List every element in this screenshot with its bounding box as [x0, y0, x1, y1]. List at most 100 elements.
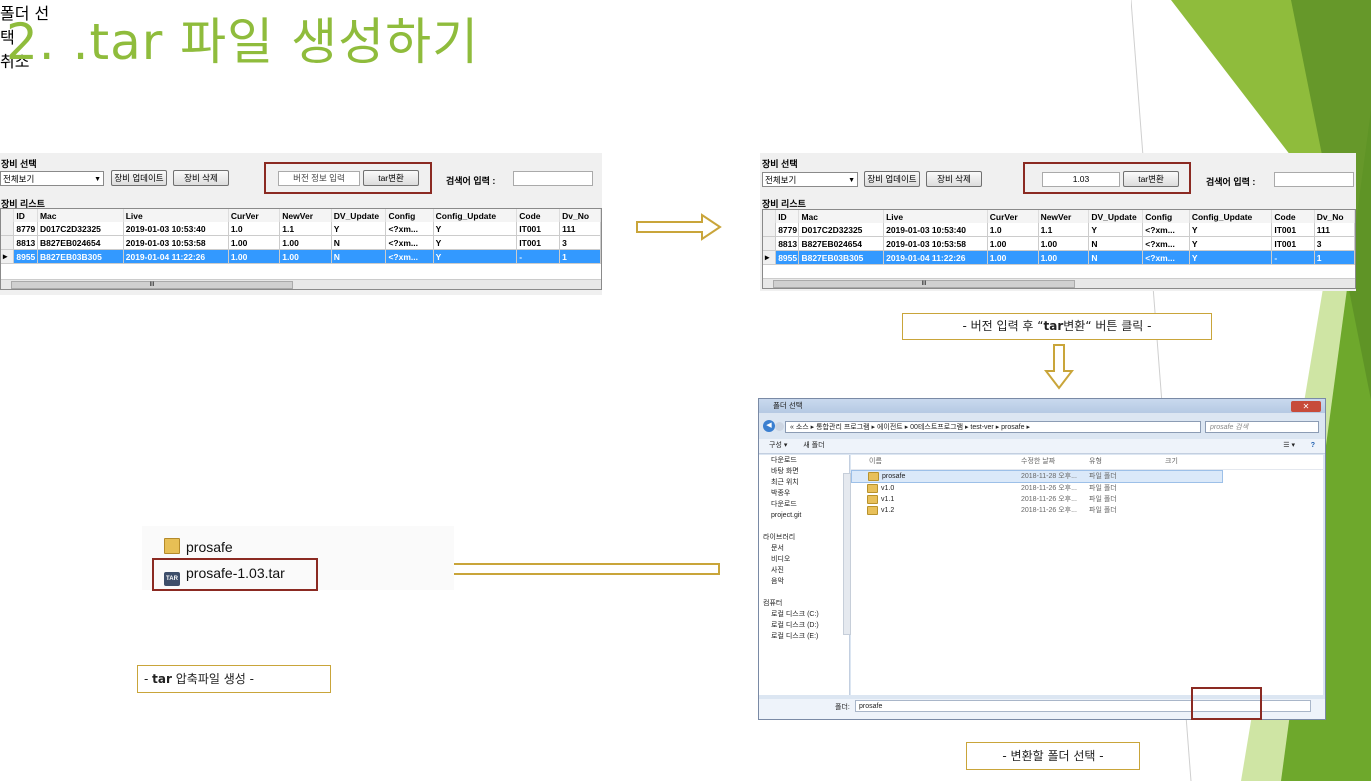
table-cell: Y — [1189, 250, 1273, 265]
table-cell: Y — [433, 249, 518, 264]
caption-step-1: - 버전 입력 후 “tar변환“ 버튼 클릭 - — [902, 313, 1212, 340]
nav-item[interactable]: 라이브러리 — [759, 532, 849, 543]
horizontal-scrollbar[interactable]: III — [1, 279, 601, 289]
nav-item[interactable]: 로컬 디스크 (D:) — [759, 620, 849, 631]
table-cell: N — [331, 235, 387, 250]
dialog-titlebar: 폴더 선택 — [759, 399, 1325, 413]
search-input[interactable] — [513, 171, 593, 186]
address-bar[interactable]: « 소스 ▸ 통합관리 프로그램 ▸ 에이전트 ▸ 00테스트프로그램 ▸ te… — [785, 421, 1201, 433]
column-header[interactable]: Dv_No — [559, 209, 601, 222]
header-size[interactable]: 크기 — [1165, 455, 1178, 469]
header-name[interactable]: 이름 — [869, 455, 882, 469]
column-header[interactable]: Live — [123, 209, 229, 222]
view-combo[interactable]: 전체보기 ▼ — [0, 171, 104, 186]
table-row[interactable]: 8813 B827EB024654 2019-01-03 10:53:58 1.00 1… — [1, 235, 601, 250]
nav-item[interactable]: 비디오 — [759, 554, 849, 565]
nav-scrollbar[interactable] — [843, 473, 851, 635]
version-input[interactable]: 버전 정보 입력 — [278, 171, 360, 186]
equipment-panel-after: 장비 선택 전체보기 ▼ 장비 업데이트 장비 삭제 1.03 tar변환 검색어… — [760, 153, 1356, 291]
nav-item[interactable]: 로컬 디스크 (C:) — [759, 609, 849, 620]
delete-equipment-button[interactable]: 장비 삭제 — [173, 170, 229, 186]
nav-item[interactable]: 사진 — [759, 565, 849, 576]
table-cell: 8779 — [13, 222, 38, 236]
nav-item[interactable]: 음악 — [759, 576, 849, 587]
caption-text: - 버전 입력 후 “ — [962, 319, 1044, 333]
view-combo[interactable]: 전체보기 ▼ — [762, 172, 858, 187]
column-header[interactable]: Config — [385, 209, 434, 222]
table-row[interactable]: 8779 D017C2D32325 2019-01-03 10:53:40 1.0 1.… — [1, 222, 601, 236]
column-header[interactable]: Config_Update — [433, 209, 518, 222]
column-header[interactable]: Config_Update — [1189, 210, 1273, 223]
nav-item[interactable]: 컴퓨터 — [759, 598, 849, 609]
column-header[interactable]: Mac — [798, 210, 885, 223]
scroll-thumb[interactable]: III — [773, 280, 1075, 288]
folder-icon — [867, 505, 878, 515]
table-row-selected[interactable]: ▸ 8955 B827EB03B305 2019-01-04 11:22:26 1.0… — [1, 249, 601, 264]
scroll-thumb[interactable]: III — [11, 281, 293, 289]
search-input[interactable] — [1274, 172, 1354, 187]
equip-select-label: 장비 선택 — [1, 159, 37, 169]
table-cell: Y — [1189, 223, 1273, 237]
update-equipment-button[interactable]: 장비 업데이트 — [111, 170, 167, 186]
nav-item[interactable]: project.git — [759, 510, 849, 521]
file-name: prosafe — [868, 471, 905, 482]
tar-convert-button[interactable]: tar변환 — [1123, 171, 1179, 187]
horizontal-scrollbar[interactable]: III — [763, 278, 1355, 288]
new-folder-button[interactable]: 새 폴더 — [803, 442, 824, 449]
column-header[interactable]: ID — [13, 209, 38, 222]
organize-button[interactable]: 구성 ▾ — [769, 442, 787, 449]
file-row[interactable]: v1.0 2018-11-26 오후... 파일 폴더 — [851, 483, 1323, 494]
table-cell: IT001 — [516, 222, 561, 236]
column-header[interactable]: CurVer — [228, 209, 281, 222]
file-row[interactable]: v1.2 2018-11-26 오후... 파일 폴더 — [851, 505, 1323, 516]
file-row[interactable]: v1.1 2018-11-26 오후... 파일 폴더 — [851, 494, 1323, 505]
header-date[interactable]: 수정한 날짜 — [1021, 455, 1055, 469]
column-header[interactable]: NewVer — [279, 209, 332, 222]
nav-item[interactable]: 최근 위치 — [759, 477, 849, 488]
file-name-text: v1.2 — [881, 507, 895, 514]
caption-text: 압축파일 생성 - — [171, 672, 254, 686]
view-icon[interactable]: ☰ ▾ — [1283, 439, 1295, 453]
tar-convert-button[interactable]: tar변환 — [363, 170, 419, 186]
search-input[interactable]: prosafe 검색 — [1205, 421, 1319, 433]
column-header[interactable]: Live — [883, 210, 988, 223]
table-header: ID Mac Live CurVer NewVer DV_Update Conf… — [763, 210, 1356, 223]
table-cell: B827EB03B305 — [798, 250, 885, 265]
table-row-selected[interactable]: ▸ 8955 B827EB03B305 2019-01-04 11:22:26 1.0… — [763, 250, 1356, 265]
highlight-box — [1191, 687, 1262, 720]
column-header[interactable]: NewVer — [1038, 210, 1090, 223]
column-header[interactable]: CurVer — [987, 210, 1039, 223]
table-cell: Y — [433, 222, 518, 236]
nav-item[interactable]: 바탕 화면 — [759, 466, 849, 477]
version-input[interactable]: 1.03 — [1042, 172, 1120, 187]
header-type[interactable]: 유형 — [1089, 455, 1102, 469]
nav-item[interactable]: 로컬 디스크 (E:) — [759, 631, 849, 642]
close-button[interactable]: ✕ — [1291, 401, 1321, 412]
nav-item[interactable]: 박종우 — [759, 488, 849, 499]
nav-item[interactable]: 다운로드 — [759, 499, 849, 510]
table-row[interactable]: 8813 B827EB024654 2019-01-03 10:53:58 1.00 1… — [763, 236, 1356, 251]
forward-icon[interactable] — [775, 422, 784, 431]
column-header[interactable]: DV_Update — [1088, 210, 1144, 223]
nav-item[interactable]: 문서 — [759, 543, 849, 554]
file-list-header: 이름 수정한 날짜 유형 크기 — [851, 455, 1323, 470]
column-header[interactable]: DV_Update — [331, 209, 387, 222]
update-equipment-button[interactable]: 장비 업데이트 — [864, 171, 920, 187]
folder-item[interactable]: prosafe — [164, 536, 233, 558]
file-row-selected[interactable]: prosafe 2018-11-28 오후... 파일 폴더 — [851, 470, 1223, 483]
highlight-box — [152, 558, 318, 591]
table-row[interactable]: 8779 D017C2D32325 2019-01-03 10:53:40 1.0 1.… — [763, 223, 1356, 237]
help-icon[interactable]: ? — [1311, 439, 1315, 453]
nav-item[interactable]: 다운로드 — [759, 455, 849, 466]
column-header[interactable]: Dv_No — [1314, 210, 1356, 223]
file-date: 2018-11-26 오후... — [1021, 507, 1077, 514]
column-header[interactable]: Code — [516, 209, 561, 222]
back-icon[interactable]: ◀ — [763, 420, 775, 432]
folder-name: prosafe — [186, 539, 233, 555]
column-header[interactable]: Code — [1271, 210, 1315, 223]
table-cell: 2019-01-04 11:22:26 — [123, 249, 229, 264]
column-header[interactable]: Mac — [37, 209, 124, 222]
delete-equipment-button[interactable]: 장비 삭제 — [926, 171, 982, 187]
column-header[interactable]: ID — [775, 210, 800, 223]
column-header[interactable]: Config — [1142, 210, 1190, 223]
